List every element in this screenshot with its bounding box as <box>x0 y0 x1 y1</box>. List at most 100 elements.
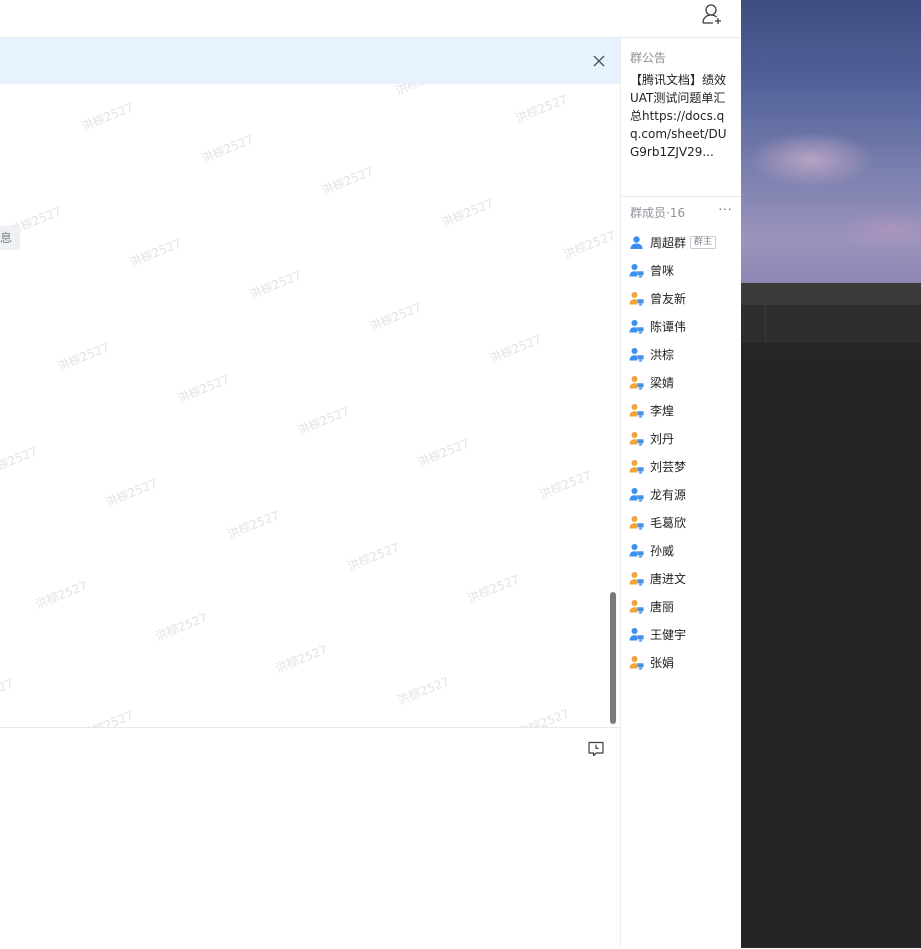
watermark: 洪棕2527 <box>395 674 452 708</box>
top-bar <box>0 0 741 38</box>
watermark: 洪棕2527 <box>295 404 352 438</box>
member-item[interactable]: 孙威 <box>621 536 742 564</box>
user-pc-blue-icon <box>629 263 644 277</box>
user-pc-orange-icon <box>629 291 644 305</box>
user-pc-orange-icon <box>629 403 644 417</box>
member-name: 唐进文 <box>650 571 687 586</box>
member-name: 李煌 <box>650 403 675 418</box>
chat-scrollbar[interactable] <box>610 592 616 724</box>
watermark: 洪棕2527 <box>345 540 402 574</box>
member-name: 陈谭伟 <box>650 319 687 334</box>
system-message-text: 息 <box>0 231 13 245</box>
user-pc-orange-icon <box>629 599 644 613</box>
more-options-icon[interactable]: ··· <box>718 200 732 216</box>
watermark: 洪棕2527 <box>537 468 594 502</box>
user-pc-blue-icon <box>629 319 644 333</box>
message-input-area[interactable] <box>0 727 620 949</box>
member-item[interactable]: 唐进文 <box>621 564 742 592</box>
member-name: 曾咪 <box>650 263 675 278</box>
user-pc-orange-icon <box>629 459 644 473</box>
member-name: 王健宇 <box>650 627 687 642</box>
member-name: 孙威 <box>650 543 675 558</box>
chat-history-button[interactable] <box>587 740 605 758</box>
announcement-title: 群公告 <box>630 51 667 65</box>
background-window-toolbar <box>741 305 921 341</box>
person-blue-icon <box>630 235 643 249</box>
member-name: 毛葛欣 <box>650 515 687 530</box>
group-info-panel: 群公告 【腾讯文档】绩效UAT测试问题单汇总https://docs.qq.co… <box>620 38 742 948</box>
background-window-edge <box>741 283 921 305</box>
member-name: 龙有源 <box>650 487 687 502</box>
chat-window: 洪棕2527 洪棕2527 洪棕2527 洪棕2527 洪棕2527 洪棕252… <box>0 0 742 949</box>
member-item[interactable]: 周超群 群主 <box>621 228 742 256</box>
watermark: 洪棕2527 <box>465 572 522 606</box>
user-pc-blue-icon <box>629 347 644 361</box>
member-item[interactable]: 王健宇 <box>621 620 742 648</box>
member-item[interactable]: 张娟 <box>621 648 742 676</box>
member-name: 张娟 <box>650 655 675 670</box>
member-name: 梁婧 <box>650 375 675 390</box>
desktop-background <box>741 0 921 948</box>
member-item[interactable]: 毛葛欣 <box>621 508 742 536</box>
wallpaper-sky <box>741 0 921 283</box>
add-member-button[interactable] <box>701 2 723 26</box>
members-title: 群成员·16 <box>630 206 686 220</box>
member-item[interactable]: 李煌 <box>621 396 742 424</box>
member-item[interactable]: 洪棕 <box>621 340 742 368</box>
watermark: 洪棕2527 <box>153 610 210 644</box>
user-pc-blue-icon <box>629 543 644 557</box>
user-pc-orange-icon <box>629 655 644 669</box>
watermark: 洪棕2527 <box>319 164 376 198</box>
watermark: 洪棕2527 <box>79 100 136 134</box>
user-pc-orange-icon <box>629 431 644 445</box>
watermark: 洪棕2527 <box>103 476 160 510</box>
watermark: 洪棕2527 <box>0 676 16 710</box>
member-name: 刘丹 <box>650 431 675 446</box>
user-pc-blue-icon <box>629 627 644 641</box>
member-item[interactable]: 龙有源 <box>621 480 742 508</box>
watermark: 洪棕2527 <box>273 642 330 676</box>
member-item[interactable]: 刘丹 <box>621 424 742 452</box>
member-item[interactable]: 陈谭伟 <box>621 312 742 340</box>
user-pc-blue-icon <box>629 487 644 501</box>
background-window-body <box>741 341 921 357</box>
watermark: 洪棕2527 <box>515 706 572 727</box>
member-item[interactable]: 唐丽 <box>621 592 742 620</box>
watermark: 洪棕2527 <box>175 372 232 406</box>
divider <box>621 196 742 197</box>
watermark: 洪棕2527 <box>561 228 618 262</box>
member-item[interactable]: 梁婧 <box>621 368 742 396</box>
member-name: 曾友新 <box>650 291 687 306</box>
watermark: 洪棕2527 <box>513 92 570 126</box>
message-area[interactable]: 洪棕2527 洪棕2527 洪棕2527 洪棕2527 洪棕2527 洪棕252… <box>0 84 620 727</box>
watermark: 洪棕2527 <box>247 268 304 302</box>
watermark: 洪棕2527 <box>0 444 40 478</box>
owner-badge: 群主 <box>690 235 717 249</box>
system-message: 息 <box>0 226 21 250</box>
user-pc-orange-icon <box>629 515 644 529</box>
watermark: 洪棕2527 <box>393 84 450 99</box>
close-banner-button[interactable] <box>590 52 608 70</box>
watermark: 洪棕2527 <box>127 236 184 270</box>
watermark: 洪棕2527 <box>415 436 472 470</box>
add-person-icon <box>702 4 721 24</box>
group-notice-banner <box>0 38 620 84</box>
member-name: 洪棕 <box>650 347 675 362</box>
watermark: 洪棕2527 <box>55 340 112 374</box>
watermark: 洪棕2527 <box>439 196 496 230</box>
user-pc-orange-icon <box>629 375 644 389</box>
message-history-icon <box>588 741 604 757</box>
member-item[interactable]: 刘芸梦 <box>621 452 742 480</box>
close-icon <box>593 55 605 67</box>
member-item[interactable]: 曾咪 <box>621 256 742 284</box>
member-name: 唐丽 <box>650 599 675 614</box>
watermark: 洪棕2527 <box>33 578 90 612</box>
members-header: 群成员·16 ··· <box>630 200 734 222</box>
watermark: 洪棕2527 <box>225 508 282 542</box>
member-name: 周超群 <box>650 235 687 250</box>
announcement-content[interactable]: 【腾讯文档】绩效UAT测试问题单汇总https://docs.qq.com/sh… <box>630 71 734 161</box>
user-pc-orange-icon <box>629 571 644 585</box>
member-item[interactable]: 曾友新 <box>621 284 742 312</box>
member-name: 刘芸梦 <box>650 459 687 474</box>
watermark: 洪棕2527 <box>199 132 256 166</box>
